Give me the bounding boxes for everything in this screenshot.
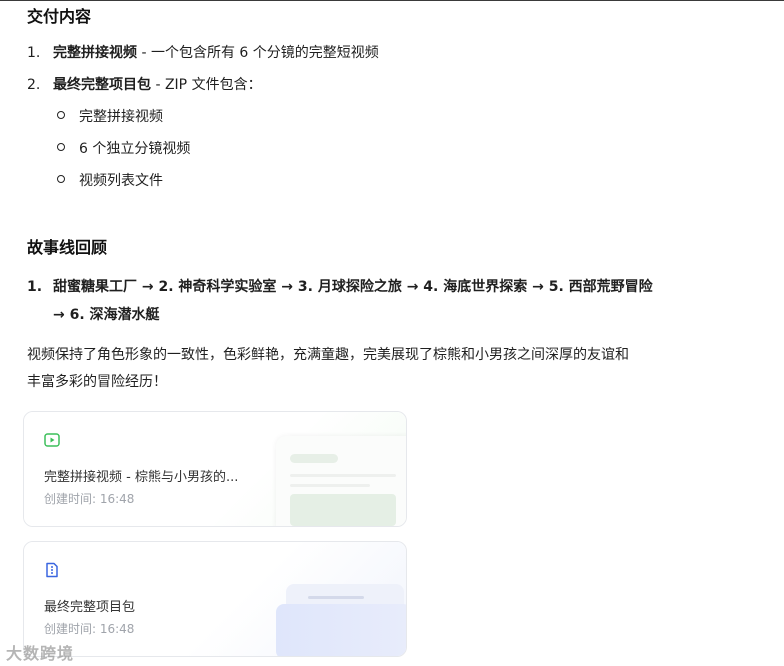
storyline-line1: 甜蜜糖果工厂 → 2. 神奇科学实验室 → 3. 月球探险之旅 → 4. 海底世…: [53, 279, 653, 295]
sub-list-item: 完整拼接视频: [57, 107, 163, 127]
sub-list-item: 视频列表文件: [57, 171, 163, 191]
package-file-card[interactable]: 最终完整项目包 创建时间: 16:48: [23, 541, 407, 657]
package-icon: [46, 562, 58, 578]
watermark-logo: 大数跨境: [6, 644, 75, 663]
card-created-time: 创建时间: 16:48: [44, 492, 135, 506]
sub-list-item: 6 个独立分镜视频: [57, 139, 190, 159]
play-icon: [44, 433, 60, 447]
bullet-icon: [57, 143, 65, 151]
list-number: 1.: [27, 279, 43, 295]
sub-item-label: 6 个独立分镜视频: [79, 141, 191, 157]
storyline-item: 1. 甜蜜糖果工厂 → 2. 神奇科学实验室 → 3. 月球探险之旅 → 4. 海…: [27, 277, 653, 297]
storyline-line2: → 6. 深海潜水艇: [53, 307, 160, 323]
item-desc: - ZIP 文件包含：: [151, 77, 262, 93]
summary-line1: 视频保持了角色形象的一致性，色彩鲜艳，充满童趣，完美展现了棕熊和小男孩之间深厚的…: [27, 347, 629, 363]
video-file-card[interactable]: 完整拼接视频 - 棕熊与小男孩的... 创建时间: 16:48: [23, 411, 407, 527]
list-item: 1. 完整拼接视频 - 一个包含所有 6 个分镜的完整短视频: [27, 43, 379, 63]
storyline-heading: 故事线回顾: [27, 238, 108, 257]
deliverables-heading: 交付内容: [27, 7, 92, 26]
sub-item-label: 视频列表文件: [79, 173, 163, 189]
item-title: 完整拼接视频: [53, 45, 137, 61]
list-item: 2. 最终完整项目包 - ZIP 文件包含：: [27, 75, 262, 95]
bullet-icon: [57, 175, 65, 183]
bullet-icon: [57, 111, 65, 119]
list-number: 2.: [27, 77, 41, 93]
card-created-time: 创建时间: 16:48: [44, 622, 135, 636]
card-title: 最终完整项目包: [44, 600, 136, 615]
video-thumbnail: [276, 436, 406, 526]
folder-front: [276, 604, 406, 656]
item-title: 最终完整项目包: [53, 77, 151, 93]
card-title: 完整拼接视频 - 棕熊与小男孩的...: [44, 470, 239, 485]
item-desc: - 一个包含所有 6 个分镜的完整短视频: [137, 45, 379, 61]
summary-paragraph: 视频保持了角色形象的一致性，色彩鲜艳，充满童趣，完美展现了棕熊和小男孩之间深厚的…: [27, 342, 727, 396]
sub-item-label: 完整拼接视频: [79, 109, 163, 125]
top-border: [0, 0, 784, 1]
summary-line2: 丰富多彩的冒险经历！: [27, 374, 167, 390]
list-number: 1.: [27, 45, 41, 61]
